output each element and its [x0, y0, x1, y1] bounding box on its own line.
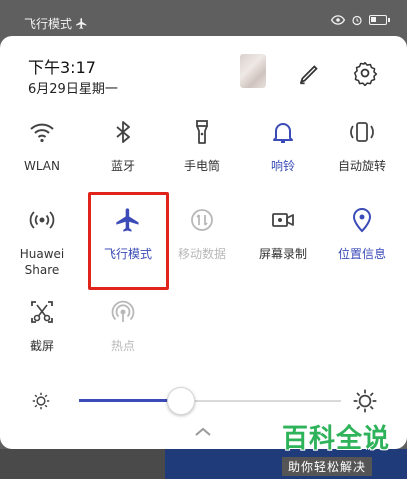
battery-icon: [369, 15, 390, 25]
clock-time: 下午3:17: [28, 58, 96, 77]
brightness-fill: [79, 399, 182, 402]
edit-pencil-icon[interactable]: [297, 60, 323, 86]
status-bar-right: [331, 14, 390, 26]
eye-comfort-icon: [331, 15, 345, 25]
status-bar-mode-label: 飞行模式: [24, 17, 73, 31]
brightness-slider[interactable]: [0, 385, 407, 419]
tile-label: 手电筒: [183, 159, 220, 173]
hotspot-icon: [111, 300, 135, 322]
brightness-low-icon: [32, 392, 50, 410]
chevron-up-icon[interactable]: [193, 426, 213, 438]
tile-label: 位置信息: [337, 247, 386, 261]
huawei-share-icon: [29, 211, 55, 229]
brightness-high-icon: [353, 389, 377, 413]
screenshot-icon: [31, 301, 53, 323]
airplane-status-icon: [76, 18, 87, 29]
bell-icon: [273, 123, 293, 143]
status-bar-left: 飞行模式: [24, 15, 88, 32]
watermark-subtitle: 助你轻松解决: [282, 457, 373, 476]
tile-label: 响铃: [270, 159, 295, 173]
wifi-icon: [30, 123, 54, 143]
tile-screen-record[interactable]: 屏幕录制: [243, 206, 323, 262]
screen-record-icon: [272, 213, 294, 227]
tile-label: 截屏: [29, 339, 54, 353]
watermark: 百科全说 助你轻松解决: [282, 418, 394, 476]
mobile-data-icon: [191, 209, 213, 231]
tile-label: 热点: [110, 339, 135, 353]
watermark-title: 百科全说: [282, 424, 391, 454]
tile-bluetooth[interactable]: 蓝牙: [83, 118, 163, 174]
airplane-mode-highlight-box: [88, 192, 169, 290]
tile-location[interactable]: 位置信息: [322, 206, 402, 262]
rotate-icon: [350, 122, 374, 142]
tile-wlan[interactable]: WLAN: [2, 118, 82, 174]
tile-screenshot[interactable]: 截屏: [2, 298, 82, 354]
avatar[interactable]: [240, 54, 266, 88]
tile-label: 自动旋转: [337, 159, 386, 173]
tile-label: 屏幕录制: [258, 247, 307, 261]
gear-icon[interactable]: [352, 60, 378, 87]
tile-label: Huawei Share: [19, 247, 65, 277]
tile-label: 蓝牙: [110, 159, 135, 173]
tile-hotspot[interactable]: 热点: [83, 298, 163, 354]
tile-flashlight[interactable]: 手电筒: [162, 118, 242, 174]
tile-huawei-share[interactable]: Huawei Share: [2, 206, 82, 278]
tile-label: WLAN: [23, 159, 60, 173]
tile-auto-rotate[interactable]: 自动旋转: [322, 118, 402, 174]
tile-mobile-data[interactable]: 移动数据: [162, 206, 242, 262]
tile-ring[interactable]: 响铃: [243, 118, 323, 174]
clock-date: 6月29日星期一: [28, 82, 118, 97]
brightness-thumb[interactable]: [167, 387, 196, 415]
status-bar: 飞行模式: [0, 0, 407, 40]
tile-label: 移动数据: [177, 247, 226, 261]
alarm-icon: [352, 15, 362, 26]
flashlight-icon: [196, 120, 208, 144]
location-icon: [352, 208, 372, 233]
bluetooth-icon: [116, 121, 130, 143]
